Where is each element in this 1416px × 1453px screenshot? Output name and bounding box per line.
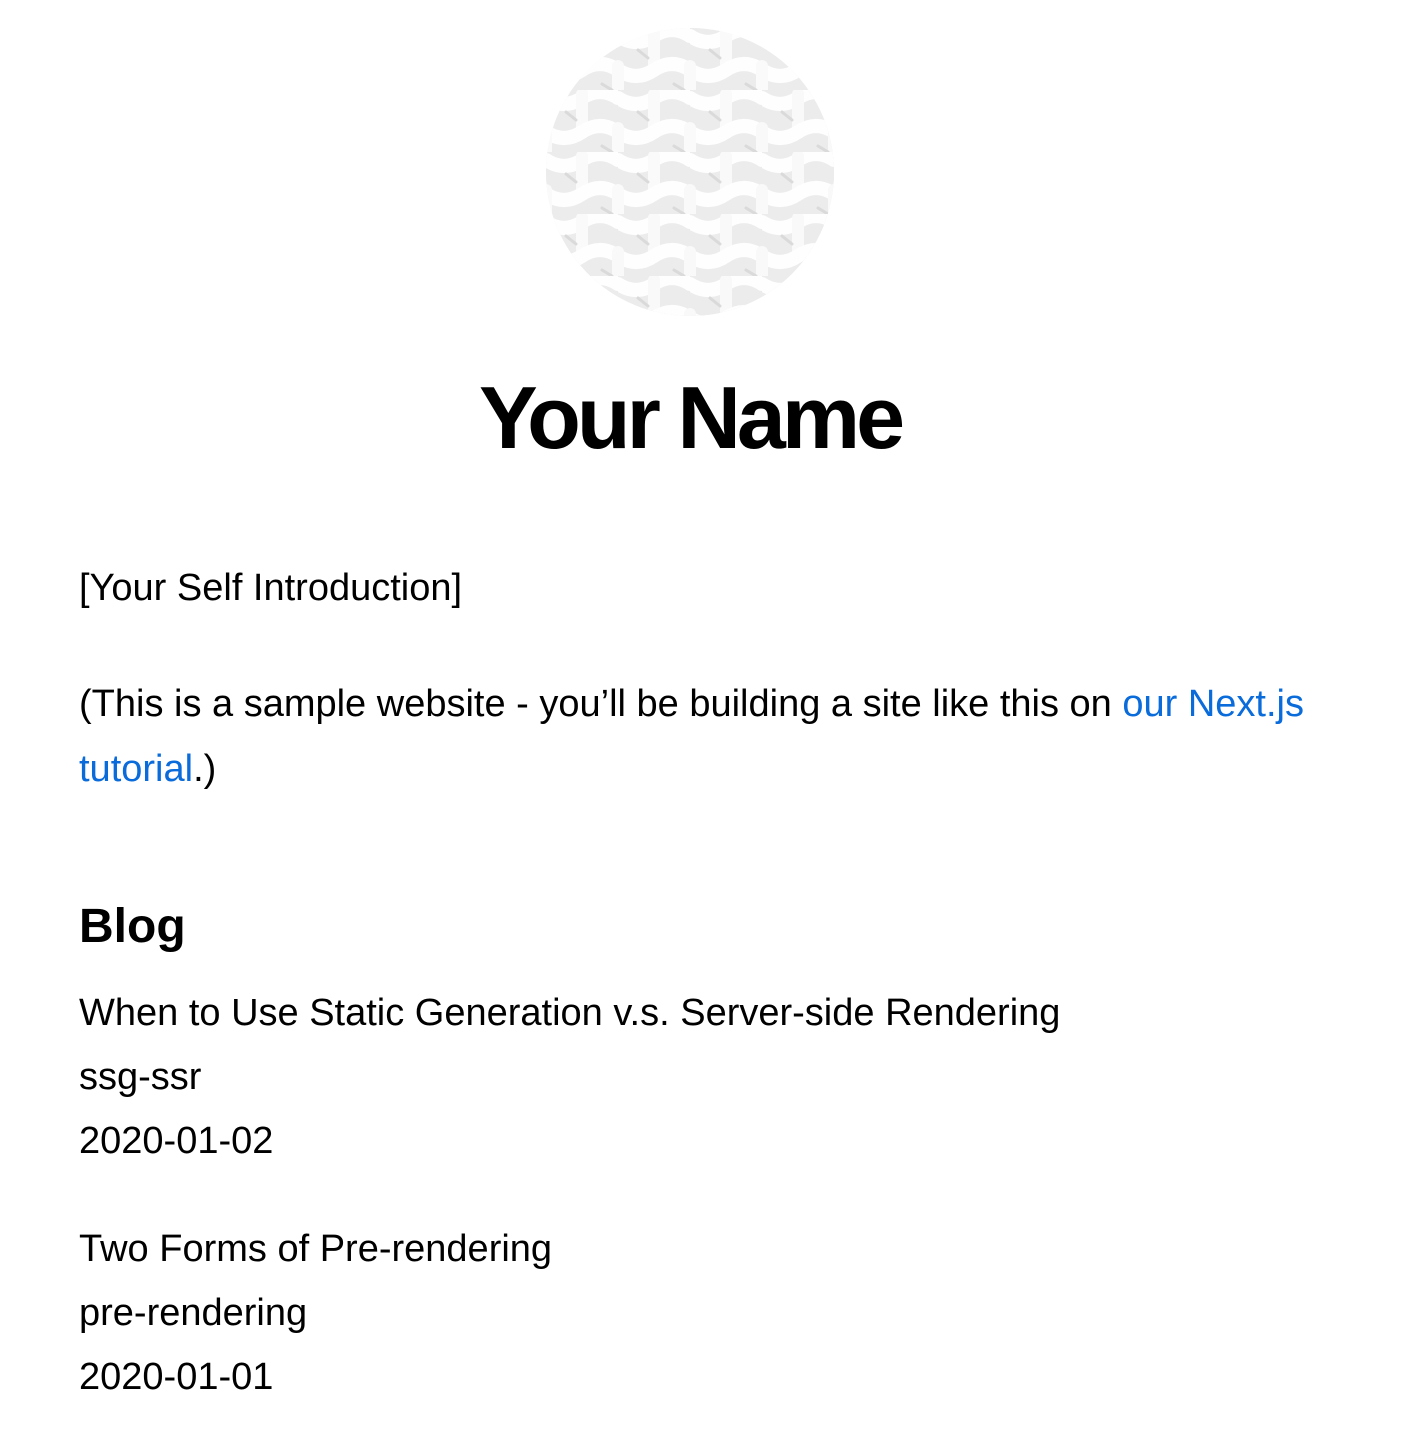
post-title: When to Use Static Generation v.s. Serve… [79,992,1061,1035]
site-header: Your Name [79,0,1301,462]
post-date: 2020-01-02 [79,1120,274,1163]
blog-section: Blog When to Use Static Generation v.s. … [79,898,1337,1410]
sample-note-suffix: .) [193,747,217,790]
post-date: 2020-01-01 [79,1356,274,1399]
sample-note-prefix: (This is a sample website - you’ll be bu… [79,682,1123,725]
post-title: Two Forms of Pre-rendering [79,1228,553,1271]
post-id: ssg-ssr [79,1056,202,1099]
page-title: Your Name [478,368,905,467]
self-introduction: [Your Self Introduction] [79,567,463,609]
intro-section: [Your Self Introduction] (This is a samp… [79,565,1337,802]
blog-heading: Blog [79,899,186,953]
page-container: Your Name [Your Self Introduction] (This… [79,0,1337,1453]
woven-pattern-avatar-icon [546,28,834,316]
list-item: Two Forms of Pre-rendering pre-rendering… [79,1217,1337,1409]
post-list: When to Use Static Generation v.s. Serve… [79,981,1337,1409]
avatar [546,28,834,316]
sample-note: (This is a sample website - you’ll be bu… [79,672,1319,802]
list-item: When to Use Static Generation v.s. Serve… [79,981,1337,1173]
post-id: pre-rendering [79,1292,308,1335]
